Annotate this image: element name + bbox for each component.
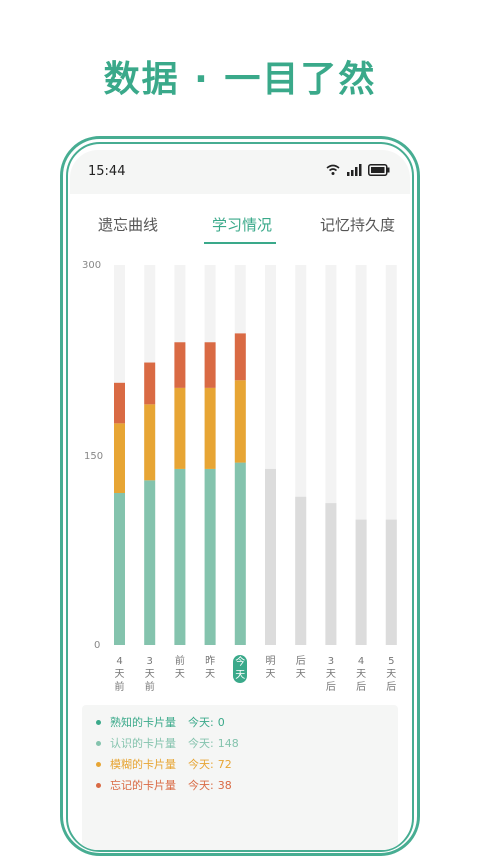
bar-segment-3天前-0 xyxy=(144,480,156,645)
legend-today-label: 今天: xyxy=(188,758,214,771)
legend-label: 模糊的卡片量 xyxy=(110,758,176,771)
bar-segment-昨天-1 xyxy=(204,387,216,469)
legend-item: 认识的卡片量 今天: 148 xyxy=(96,735,239,751)
tab-forgetting-curve[interactable]: 遗忘曲线 xyxy=(98,214,158,235)
status-icons xyxy=(326,164,390,176)
bar-segment-3天后-3 xyxy=(325,503,337,645)
legend-today-label: 今天: xyxy=(188,737,214,750)
x-label-4天前: 4天前 xyxy=(114,656,125,693)
x-label-明天: 明天 xyxy=(265,656,276,680)
active-tab-indicator xyxy=(204,242,276,244)
wifi-icon xyxy=(326,164,340,175)
bar-segment-今天-2 xyxy=(234,333,246,381)
legend-dot-icon xyxy=(96,761,101,767)
legend-item: 模糊的卡片量 今天: 72 xyxy=(96,756,232,772)
bar-segment-4天后-3 xyxy=(355,519,367,645)
x-label-3天后: 3天后 xyxy=(325,656,336,693)
x-axis-labels: 4天前 3天前 前天昨天今天明天后天 3天后 4天后 5天后 xyxy=(70,655,410,705)
status-bar: 15:44 xyxy=(70,150,410,194)
legend-dot-icon xyxy=(96,719,101,725)
legend-item: 熟知的卡片量 今天: 0 xyxy=(96,714,225,730)
legend-dot-icon xyxy=(96,740,101,746)
legend-today-label: 今天: xyxy=(188,779,214,792)
bar-segment-前天-0 xyxy=(174,468,186,645)
x-label-后天: 后天 xyxy=(295,656,306,680)
x-label-3天前: 3天前 xyxy=(144,656,155,693)
bar-segment-明天-3 xyxy=(265,468,276,645)
headline: 数据 · 一目了然 xyxy=(103,59,377,100)
bar-segment-今天-1 xyxy=(234,380,246,463)
bar-segment-后天-3 xyxy=(295,496,307,645)
legend-item: 忘记的卡片量 今天: 38 xyxy=(96,777,232,793)
legend-label: 认识的卡片量 xyxy=(110,737,176,750)
x-label-昨天: 昨天 xyxy=(205,656,216,680)
bar-segment-4天前-0 xyxy=(114,493,125,645)
bar-segment-5天后-3 xyxy=(385,519,397,645)
legend-panel: 熟知的卡片量 今天: 0 认识的卡片量 今天: 148 模糊的卡片量 今天: 72 忘记的卡片量今… xyxy=(82,705,398,850)
tab-bar: 遗忘曲线 学习情况 记忆持久度 xyxy=(70,206,410,246)
bar-segment-前天-2 xyxy=(174,342,186,388)
bar-segment-今天-0 xyxy=(234,462,246,645)
tab-study-status[interactable]: 学习情况 xyxy=(212,214,272,235)
x-label-前天: 前天 xyxy=(174,656,185,680)
bar-segment-3天前-1 xyxy=(144,404,156,481)
battery-icon xyxy=(368,164,390,176)
bar-segment-4天前-2 xyxy=(114,382,125,424)
legend-label: 忘记的卡片量 xyxy=(110,779,176,792)
legend-today-value: 0 xyxy=(217,715,225,729)
signal-icon xyxy=(347,164,362,176)
phone-screen: 15:44 遗忘曲线 学习情况 记忆持久度 300 150 0 4 天 前 3 … xyxy=(70,150,410,850)
legend-dot-icon xyxy=(96,782,101,788)
legend-today-value: 148 xyxy=(217,736,239,750)
bar-segment-昨天-0 xyxy=(204,468,216,645)
study-bar-chart xyxy=(114,265,397,645)
legend-label: 熟知的卡片量 xyxy=(110,716,176,729)
x-label-4天后: 4天后 xyxy=(356,656,367,693)
x-label-今天: 今天 xyxy=(233,655,248,683)
bar-segment-昨天-2 xyxy=(204,342,216,388)
bar-segment-4天前-1 xyxy=(114,423,125,493)
legend-today-value: 38 xyxy=(217,778,232,792)
bar-segment-前天-1 xyxy=(174,387,186,469)
bar-segment-3天前-2 xyxy=(144,362,156,405)
status-time: 15:44 xyxy=(88,164,126,179)
legend-today-label: 今天: xyxy=(188,716,214,729)
tab-memory-durability[interactable]: 记忆持久度 xyxy=(320,214,395,235)
legend-today-value: 72 xyxy=(217,757,232,771)
x-label-5天后: 5天后 xyxy=(386,656,397,693)
